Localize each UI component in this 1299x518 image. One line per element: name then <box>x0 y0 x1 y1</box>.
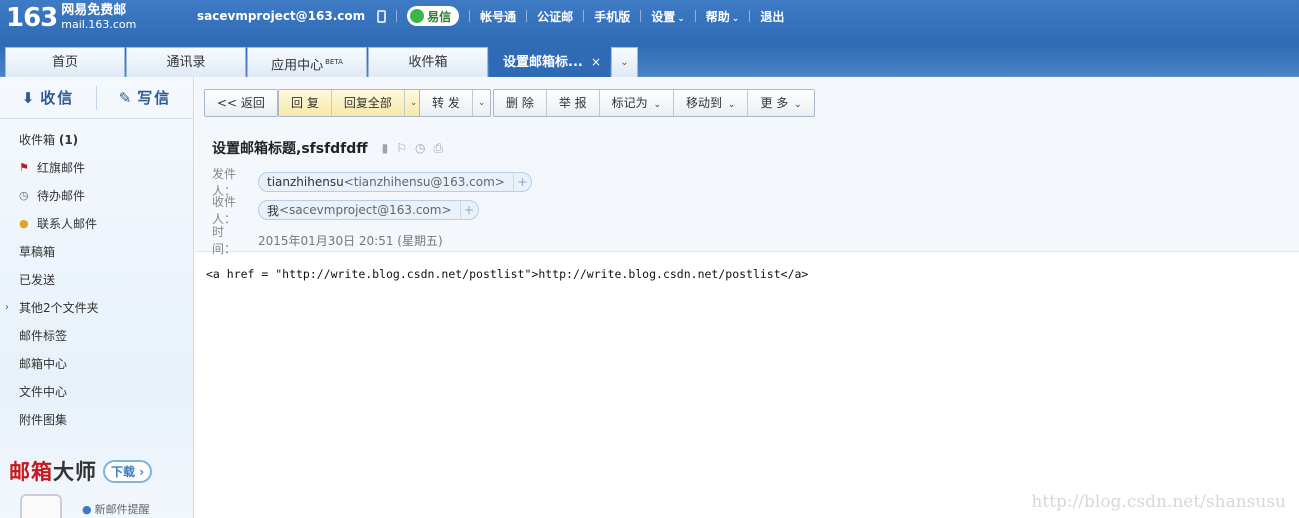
download-icon: ⬇ <box>21 88 37 107</box>
recipient-pill[interactable]: 我 <sacevmproject@163.com> + <box>258 200 479 220</box>
red-flag-icon: ⚑ <box>19 161 29 174</box>
back-button[interactable]: << 返回 <box>205 90 277 116</box>
time-row: 时 间： 2015年01月30日 20:51 (星期五) <box>212 223 443 257</box>
folder-list: 收件箱 (1) ⚑ 红旗邮件 ◷ 待办邮件 ● 联系人邮件 草稿箱 已发送 › 其他2个… <box>0 119 193 434</box>
sender-address: <tianzhihensu@163.com> <box>343 175 505 189</box>
recipient-label: 收件人： <box>212 195 237 226</box>
person-icon: ● <box>19 217 29 230</box>
logo-domain: mail.163.com <box>61 18 137 31</box>
chevron-down-icon: ⌄ <box>727 100 736 110</box>
watermark: http://blog.csdn.net/shansusu <box>1031 492 1286 512</box>
tab-bar: 首页 通讯录 应用中心 BETA 收件箱 设置邮箱标... × ⌄ <box>0 44 1299 77</box>
phone-icon[interactable] <box>377 9 387 23</box>
reply-button[interactable]: 回 复 <box>279 90 332 116</box>
message-header: 设置邮箱标题,sfsfdfdff ▮ ⚐ ◷ ⎙ 发件人： tianzhihen… <box>195 127 1299 256</box>
promo-title: 邮箱大师 <box>9 460 97 484</box>
tab-inbox[interactable]: 收件箱 <box>368 47 488 77</box>
sidebar-item-other-folders[interactable]: › 其他2个文件夹 <box>0 294 193 322</box>
recipient-row: 收件人： 我 <sacevmproject@163.com> + <box>212 193 479 227</box>
clock-icon[interactable]: ◷ <box>415 141 425 156</box>
write-button[interactable]: ✎ 写信 <box>97 77 193 119</box>
more-button[interactable]: 更 多 ⌄ <box>748 90 813 116</box>
sidebar-item-inbox[interactable]: 收件箱 (1) <box>0 126 193 154</box>
tab-current-message[interactable]: 设置邮箱标... × <box>489 47 610 77</box>
delete-button[interactable]: 删 除 <box>494 90 547 116</box>
mail-master-promo: 邮箱大师 下载 › <box>9 456 153 486</box>
flag-icon[interactable]: ⚐ <box>396 141 407 156</box>
add-contact-icon[interactable]: + <box>512 173 531 191</box>
forward-chevron-down-icon[interactable]: ⌄ <box>473 90 491 116</box>
logo[interactable]: 163 网易免费邮 mail.163.com <box>6 3 136 33</box>
time-value: 2015年01月30日 20:51 (星期五) <box>258 233 443 248</box>
bookmark-icon[interactable]: ▮ <box>382 141 389 156</box>
message-view: << 返回 回 复 回复全部 ⌄ 转 发 ⌄ 删 除 举 报 标记为 ⌄ 移动到… <box>195 77 1299 518</box>
message-subject: 设置邮箱标题,sfsfdfdff ▮ ⚐ ◷ ⎙ <box>212 140 444 158</box>
beta-badge: BETA <box>325 58 343 66</box>
sidebar: ⬇ 收信 ✎ 写信 收件箱 (1) ⚑ 红旗邮件 ◷ 待办邮件 ● 联系人邮件 草稿箱… <box>0 77 194 518</box>
top-nav: sacevmproject@163.com 易信 帐号通 公证邮 手机版 设置 ⌄… <box>197 0 784 32</box>
settings-menu[interactable]: 设置 ⌄ <box>651 8 685 25</box>
sender-pill[interactable]: tianzhihensu <tianzhihensu@163.com> + <box>258 172 532 192</box>
chevron-right-icon[interactable]: › <box>5 294 9 322</box>
tab-home[interactable]: 首页 <box>5 47 125 77</box>
chevron-down-icon: ⌄ <box>677 13 685 24</box>
chevron-down-icon: ⌄ <box>653 100 662 110</box>
logo-number: 163 <box>6 3 58 33</box>
phone-image <box>20 494 62 518</box>
yixin-button[interactable]: 易信 <box>407 6 460 26</box>
edit-icon: ✎ <box>118 88 134 107</box>
message-body: <a href = "http://write.blog.csdn.net/po… <box>206 267 809 281</box>
sidebar-item-tags[interactable]: 邮件标签 <box>0 322 193 350</box>
promo-tip: ● 新邮件提醒 <box>82 503 150 516</box>
yixin-icon <box>410 9 425 23</box>
chevron-down-icon: ⌄ <box>731 13 740 24</box>
help-menu[interactable]: 帮助 ⌄ <box>706 8 740 25</box>
recipient-address: <sacevmproject@163.com> <box>279 203 452 217</box>
sidebar-item-flagged[interactable]: ⚑ 红旗邮件 <box>0 154 193 182</box>
sidebar-item-sent[interactable]: 已发送 <box>0 266 193 294</box>
yixin-label: 易信 <box>427 9 452 24</box>
close-icon[interactable]: × <box>591 48 601 77</box>
move-to-button[interactable]: 移动到 ⌄ <box>674 90 749 116</box>
tab-contacts[interactable]: 通讯录 <box>126 47 246 77</box>
print-icon[interactable]: ⎙ <box>434 141 444 156</box>
forward-button[interactable]: 转 发 <box>420 90 473 116</box>
sidebar-item-todo[interactable]: ◷ 待办邮件 <box>0 182 193 210</box>
sidebar-item-drafts[interactable]: 草稿箱 <box>0 238 193 266</box>
sidebar-item-contacts-mail[interactable]: ● 联系人邮件 <box>0 210 193 238</box>
time-label: 时 间： <box>212 225 237 256</box>
add-contact-icon[interactable]: + <box>459 201 478 219</box>
download-button[interactable]: 下载 › <box>103 459 153 483</box>
mark-as-button[interactable]: 标记为 ⌄ <box>600 90 675 116</box>
receive-button[interactable]: ⬇ 收信 <box>0 77 96 119</box>
sender-name: tianzhihensu <box>267 175 344 189</box>
sidebar-item-file-center[interactable]: 文件中心 <box>0 378 193 406</box>
reply-all-button[interactable]: 回复全部 <box>331 90 405 116</box>
account-link[interactable]: 帐号通 <box>480 8 516 25</box>
sidebar-item-mailbox-center[interactable]: 邮箱中心 <box>0 350 193 378</box>
logout-link[interactable]: 退出 <box>760 8 784 25</box>
recipient-name: 我 <box>267 203 280 218</box>
notary-mail-link[interactable]: 公证邮 <box>537 8 573 25</box>
chevron-down-icon: ⌄ <box>794 100 802 110</box>
account-email[interactable]: sacevmproject@163.com <box>197 9 365 23</box>
logo-title: 网易免费邮 <box>61 3 127 18</box>
tab-overflow-chevron-icon[interactable]: ⌄ <box>611 47 638 77</box>
top-header: 163 网易免费邮 mail.163.com sacevmproject@163… <box>0 0 1299 44</box>
report-button[interactable]: 举 报 <box>547 90 600 116</box>
unread-count: (1) <box>58 133 79 147</box>
mobile-version-link[interactable]: 手机版 <box>594 8 630 25</box>
clock-icon: ◷ <box>19 189 29 202</box>
tab-app-center[interactable]: 应用中心 BETA <box>247 47 367 77</box>
sidebar-item-attachments[interactable]: 附件图集 <box>0 406 193 434</box>
message-toolbar: << 返回 回 复 回复全部 ⌄ 转 发 ⌄ 删 除 举 报 标记为 ⌄ 移动到… <box>195 77 1299 127</box>
